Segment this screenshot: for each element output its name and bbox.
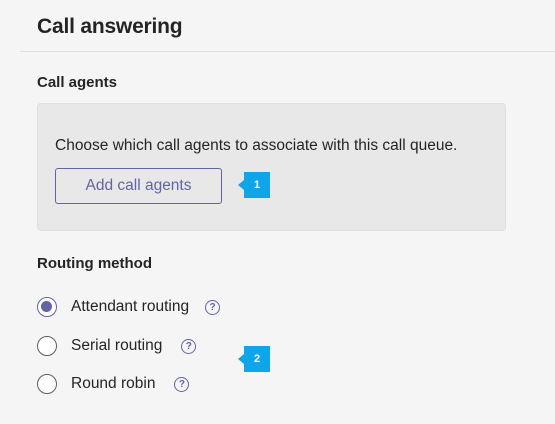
radio-unselected-icon[interactable] (37, 374, 57, 394)
radio-option-serial-routing[interactable]: Serial routing ? (37, 335, 197, 357)
radio-label: Attendant routing (71, 298, 190, 315)
radio-label: Round robin (71, 375, 156, 392)
radio-selected-icon[interactable] (37, 297, 57, 317)
radio-unselected-icon[interactable] (37, 336, 57, 356)
help-circle-icon[interactable]: ? (205, 299, 221, 315)
call-agents-panel: Choose which call agents to associate wi… (37, 103, 506, 231)
callout-badge-2: 2 (238, 346, 270, 372)
call-agents-description: Choose which call agents to associate wi… (55, 137, 458, 154)
radio-option-round-robin[interactable]: Round robin ? (37, 373, 190, 395)
call-agents-heading: Call agents (37, 74, 118, 91)
help-circle-icon[interactable]: ? (181, 338, 197, 354)
add-call-agents-button[interactable]: Add call agents (55, 168, 222, 204)
title-divider (20, 51, 555, 52)
radio-label: Serial routing (71, 337, 163, 354)
callout-badge-1: 1 (238, 172, 270, 198)
radio-option-attendant-routing[interactable]: Attendant routing ? (37, 296, 221, 318)
routing-method-heading: Routing method (37, 255, 152, 272)
help-circle-icon[interactable]: ? (174, 376, 190, 392)
page-title: Call answering (37, 15, 183, 38)
